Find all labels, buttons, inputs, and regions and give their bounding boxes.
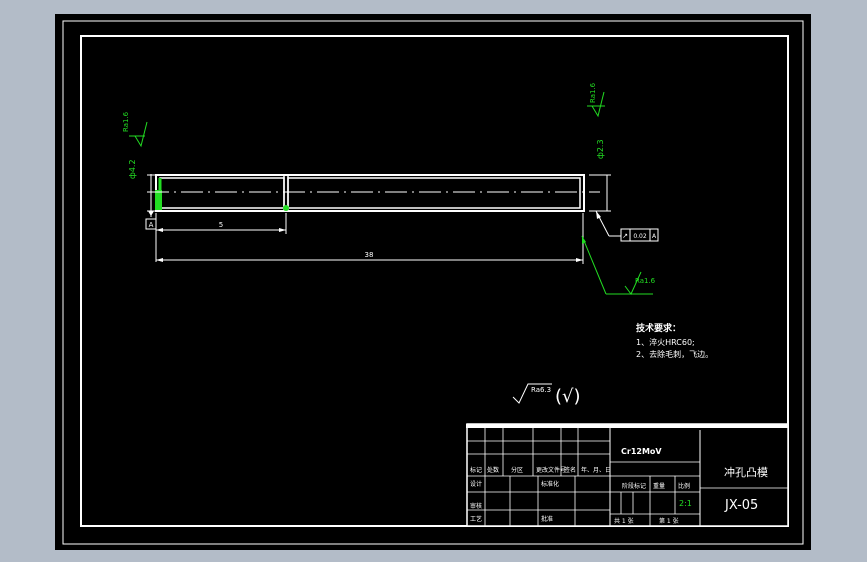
roughness-bottom-label: Ra1.6 [635,277,656,285]
tb-h-sign: 签名 [564,466,576,474]
title-block: 标记 处数 分区 更改文件号 签名 年、月、日 设计 标准化 审核 工艺 批准 … [466,423,789,527]
notes-item-1: 1、淬火HRC60; [636,337,695,347]
tb-review-label: 审核 [470,502,482,510]
tb-scale-value: 2:1 [679,499,692,508]
roughness-left-label: Ra1.6 [122,111,130,132]
tb-scale-label: 比例 [678,482,690,490]
tb-h-date: 年、月、日 [581,466,611,474]
tb-material: Cr12MoV [621,447,662,456]
tb-approve-label: 批准 [541,515,553,523]
dim-step-length: 5 [155,213,287,262]
diameter-dim-right: ф2.3 [589,139,611,212]
general-roughness-value: Ra6.3 [531,386,551,394]
cad-drawing: ф4.2 Ra1.6 Ra1.6 ф2.3 A 5 38 ↗ 0.02 A Ra… [62,20,804,545]
roughness-right: Ra1.6 [587,82,605,118]
tb-standard-label: 标准化 [541,480,559,488]
roughness-left: Ra1.6 [122,111,148,148]
diameter-right-label: ф2.3 [596,139,605,159]
tb-design-label: 设计 [470,480,482,488]
tb-stage-label: 阶段标记 [622,482,646,490]
diameter-left-label: ф4.2 [128,159,137,179]
tb-process-label: 工艺 [470,515,482,523]
general-roughness: Ra6.3 (√) [512,383,581,407]
roughness-bottom: Ra1.6 [581,235,656,295]
tb-h-count: 处数 [487,466,499,474]
tb-h-docno: 更改文件号 [536,466,566,474]
tb-drawing-number: JX-05 [724,498,758,513]
notes-item-2: 2、去除毛刺，飞边。 [636,349,713,359]
tolerance-symbol: ↗ [622,232,628,240]
datum-marker: A [145,211,157,230]
roughness-right-label: Ra1.6 [589,82,597,103]
dim-total-value: 38 [365,251,374,259]
tb-weight-label: 重量 [653,482,665,490]
notes-heading: 技术要求： [636,322,681,334]
tolerance-datum: A [652,233,657,240]
general-roughness-paren: (√) [555,386,581,407]
tb-h-mark: 标记 [470,466,482,474]
drawing-viewport[interactable]: ф4.2 Ra1.6 Ra1.6 ф2.3 A 5 38 ↗ 0.02 A Ra… [55,14,811,550]
dim-step-value: 5 [219,221,223,229]
diameter-dim-left: ф4.2 [128,159,155,212]
tolerance-value: 0.02 [633,233,647,240]
tb-sheet-num: 第 1 张 [659,517,679,525]
datum-label: A [149,221,154,229]
technical-notes: 技术要求： 1、淬火HRC60; 2、去除毛刺，飞边。 [636,322,713,359]
tb-sheet-total: 共 1 张 [614,517,634,525]
tb-part-name: 冲孔凸模 [724,465,768,479]
shaft-part [147,174,600,212]
tolerance-frame: ↗ 0.02 A [595,210,659,242]
tb-h-zone: 分区 [511,466,523,474]
